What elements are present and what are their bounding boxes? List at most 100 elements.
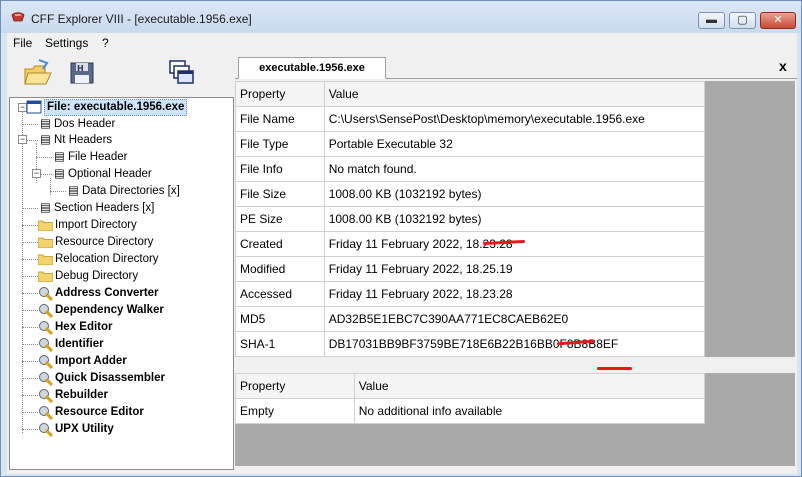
- column-header-property[interactable]: Property: [235, 81, 325, 107]
- property-cell: File Type: [235, 131, 325, 157]
- value-cell: C:\Users\SensePost\Desktop\memory\execut…: [323, 106, 706, 132]
- property-cell: SHA-1: [235, 331, 325, 357]
- page-icon: ▤: [40, 202, 51, 214]
- tree-item-label: Nt Headers: [54, 134, 113, 146]
- menu-bar: File Settings ?: [7, 33, 797, 53]
- table-row[interactable]: Accessed Friday 11 February 2022, 18.23.2…: [235, 281, 706, 307]
- page-icon: ▤: [40, 134, 51, 146]
- property-cell: Empty: [235, 398, 355, 424]
- table-row[interactable]: Created Friday 11 February 2022, 18.23.28: [235, 231, 706, 257]
- wrench-icon: [39, 406, 53, 420]
- property-cell: Modified: [235, 256, 325, 282]
- windows-icon[interactable]: [167, 57, 197, 89]
- tree-item-label: Import Directory: [55, 219, 137, 231]
- tree-item-label: Resource Editor: [55, 406, 144, 418]
- table-row[interactable]: SHA-1 DB17031BB9BF3759BE718E6B22B16BB0F8B…: [235, 331, 706, 357]
- open-folder-icon[interactable]: [23, 57, 53, 89]
- column-header-value[interactable]: Value: [323, 81, 706, 107]
- tree-item-label: UPX Utility: [55, 423, 114, 435]
- maximize-icon: ▢: [737, 14, 748, 26]
- tree-item-label: Import Adder: [55, 355, 127, 367]
- value-cell: Friday 11 February 2022, 18.23.28: [323, 281, 706, 307]
- tree-item-label: Identifier: [55, 338, 104, 350]
- folder-icon: [38, 220, 53, 231]
- page-icon: ▤: [54, 168, 65, 180]
- wrench-icon: [39, 389, 53, 403]
- minimize-button[interactable]: ▬: [698, 12, 725, 29]
- property-cell: MD5: [235, 306, 325, 332]
- table-row[interactable]: File Info No match found.: [235, 156, 706, 182]
- info-grid: Property Value Empty No additional info a…: [235, 373, 795, 466]
- tree-item-label: Section Headers [x]: [54, 202, 155, 214]
- svg-text:H: H: [77, 64, 84, 73]
- page-icon: ▤: [40, 118, 51, 130]
- wrench-icon: [39, 372, 53, 386]
- property-cell: File Info: [235, 156, 325, 182]
- wrench-icon: [39, 423, 53, 437]
- collapse-icon[interactable]: −: [32, 169, 41, 178]
- property-cell: Accessed: [235, 281, 325, 307]
- close-tab-icon[interactable]: x: [779, 58, 787, 74]
- value-cell: No match found.: [323, 156, 706, 182]
- value-cell: Portable Executable 32: [323, 131, 706, 157]
- page-icon: ▤: [68, 185, 79, 197]
- folder-icon: [38, 237, 53, 248]
- collapse-icon[interactable]: −: [18, 135, 27, 144]
- page-icon: ▤: [54, 151, 65, 163]
- menu-file[interactable]: File: [13, 36, 32, 50]
- title-bar[interactable]: CFF Explorer VIII - [executable.1956.exe…: [1, 1, 801, 33]
- menu-settings[interactable]: Settings: [45, 36, 88, 50]
- tree-item-label: Relocation Directory: [55, 253, 159, 265]
- menu-help[interactable]: ?: [102, 36, 109, 50]
- client-area: File Settings ? H − File: executable.195…: [7, 33, 797, 474]
- property-cell: File Name: [235, 106, 325, 132]
- table-row[interactable]: File Type Portable Executable 32: [235, 131, 706, 157]
- property-cell: File Size: [235, 181, 325, 207]
- column-header-value[interactable]: Value: [353, 373, 706, 399]
- table-row[interactable]: Empty No additional info available: [235, 398, 706, 424]
- tree-view[interactable]: − File: executable.1956.exe ▤ Dos Header…: [9, 97, 234, 470]
- tree-item-label: File: executable.1956.exe: [44, 99, 188, 116]
- tree-item-label: Resource Directory: [55, 236, 154, 248]
- maximize-button[interactable]: ▢: [729, 12, 756, 29]
- property-cell: PE Size: [235, 206, 325, 232]
- save-disk-icon[interactable]: H: [67, 57, 97, 89]
- table-row[interactable]: PE Size 1008.00 KB (1032192 bytes): [235, 206, 706, 232]
- tree-item-label: Dependency Walker: [55, 304, 164, 316]
- wrench-icon: [39, 321, 53, 335]
- tree-item-label: Hex Editor: [55, 321, 113, 333]
- table-row[interactable]: File Size 1008.00 KB (1032192 bytes): [235, 181, 706, 207]
- column-header-property[interactable]: Property: [235, 373, 355, 399]
- annotation-underline: [597, 367, 632, 370]
- tab-executable[interactable]: executable.1956.exe: [238, 57, 386, 79]
- value-cell: 1008.00 KB (1032192 bytes): [323, 181, 706, 207]
- app-logo-icon: [11, 12, 25, 22]
- tree-item-label: Quick Disassembler: [55, 372, 165, 384]
- value-cell: Friday 11 February 2022, 18.23.28: [323, 231, 706, 257]
- tree-item-label: Address Converter: [55, 287, 159, 299]
- value-cell: 1008.00 KB (1032192 bytes): [323, 206, 706, 232]
- property-cell: Created: [235, 231, 325, 257]
- properties-grid: Property Value File Name C:\Users\SensePo…: [235, 81, 795, 370]
- main-panel: executable.1956.exe x Property Value Fil…: [235, 55, 797, 472]
- wrench-icon: [39, 287, 53, 301]
- tree-item-label: Data Directories [x]: [82, 185, 180, 197]
- tree-item-label: File Header: [68, 151, 128, 163]
- tab-strip: executable.1956.exe x: [235, 55, 797, 79]
- close-icon: ✕: [773, 14, 783, 26]
- toolbar: H: [7, 55, 235, 95]
- app-window: CFF Explorer VIII - [executable.1956.exe…: [0, 0, 802, 477]
- folder-icon: [38, 254, 53, 265]
- folder-icon: [38, 271, 53, 282]
- table-row[interactable]: MD5 AD32B5E1EBC7C390AA771EC8CAEB62E0: [235, 306, 706, 332]
- table-row[interactable]: File Name C:\Users\SensePost\Desktop\memo…: [235, 106, 706, 132]
- value-cell: No additional info available: [353, 398, 706, 424]
- tree-item-label: Debug Directory: [55, 270, 139, 282]
- window-icon: [26, 100, 42, 114]
- table-row[interactable]: Modified Friday 11 February 2022, 18.25.1…: [235, 256, 706, 282]
- minimize-icon: ▬: [706, 14, 717, 26]
- value-cell: Friday 11 February 2022, 18.25.19: [323, 256, 706, 282]
- wrench-icon: [39, 338, 53, 352]
- window-title: CFF Explorer VIII - [executable.1956.exe…: [31, 12, 252, 26]
- close-window-button[interactable]: ✕: [760, 12, 796, 29]
